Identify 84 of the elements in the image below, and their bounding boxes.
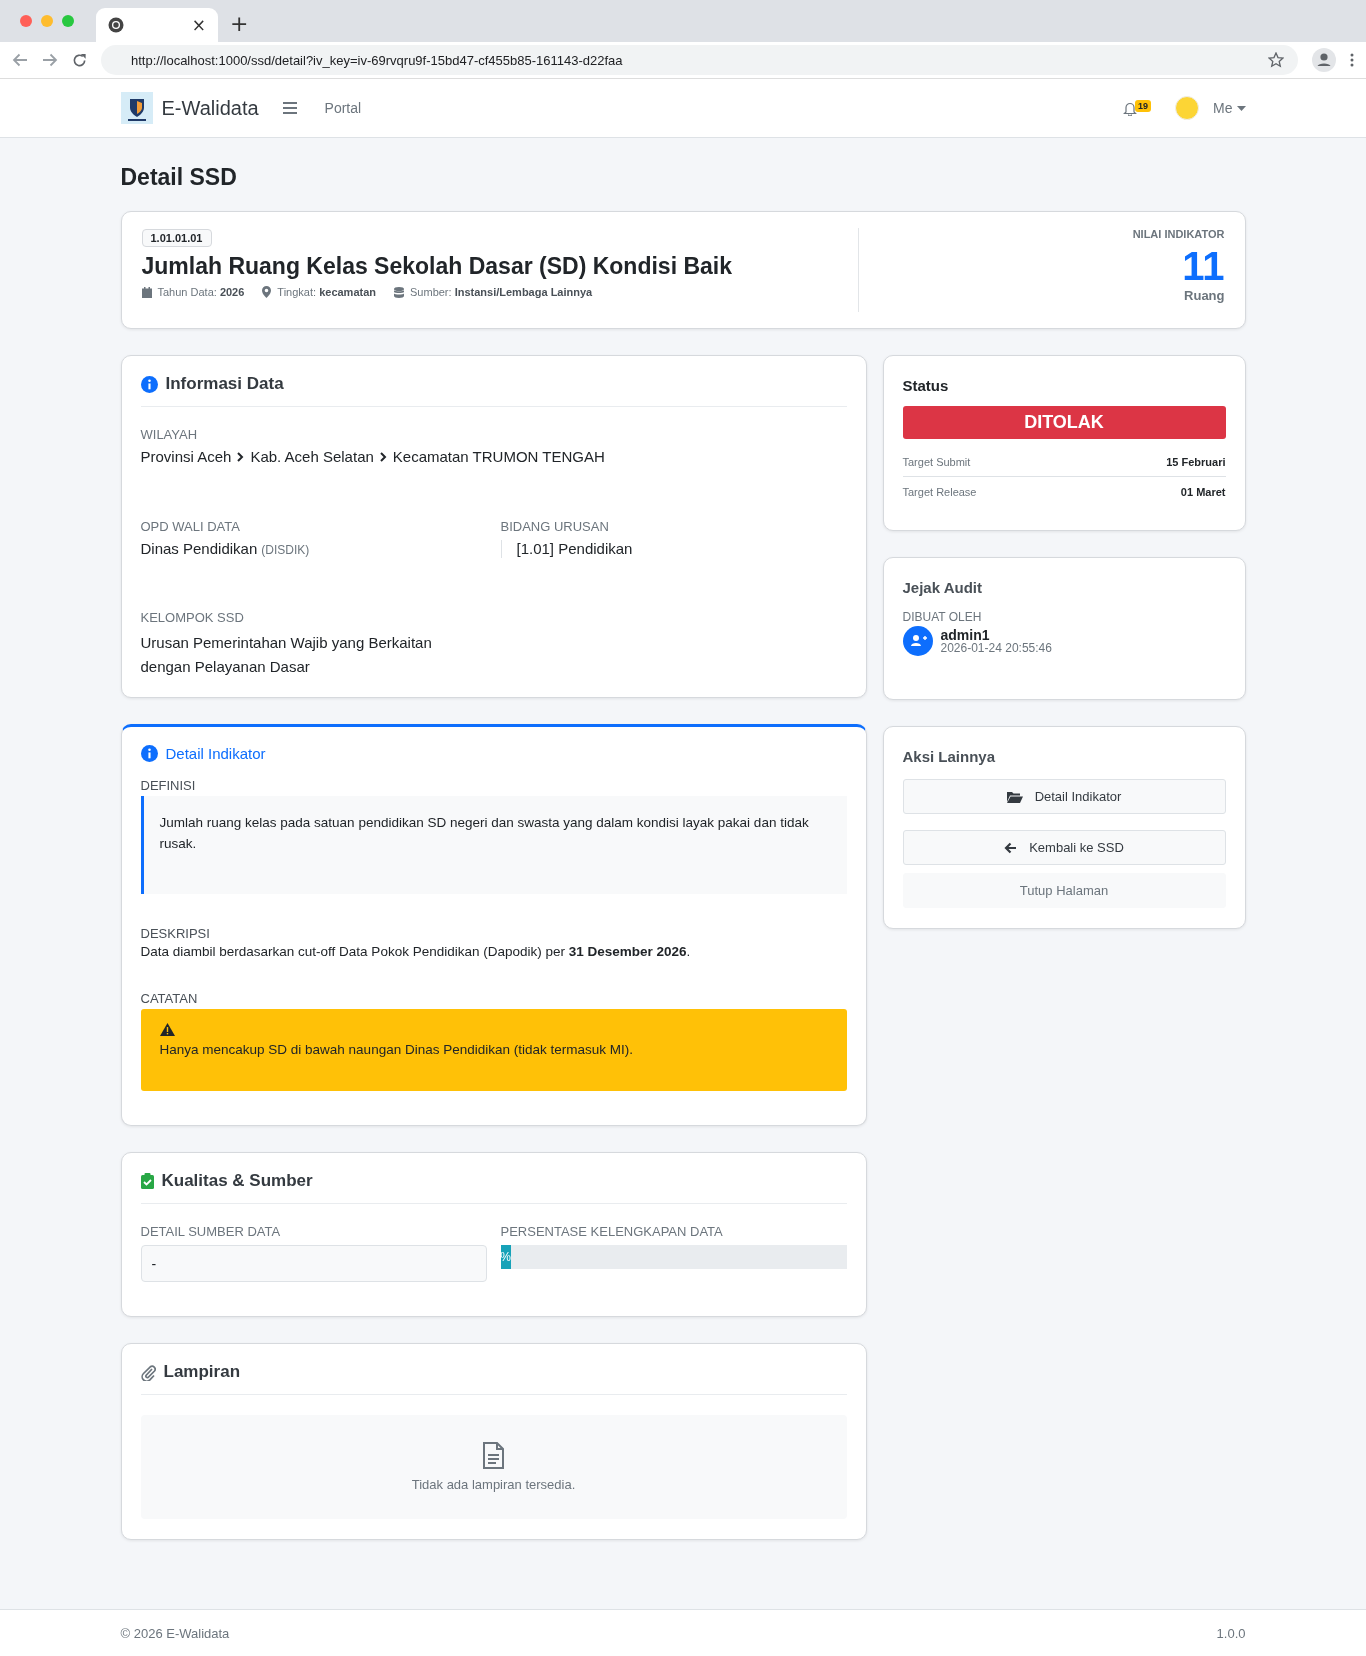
info-icon (140, 745, 158, 762)
map-pin-icon (262, 286, 272, 298)
menu-icon[interactable] (282, 102, 297, 114)
row-value: 15 Februari (1166, 456, 1226, 468)
portal-link[interactable]: Portal (324, 100, 362, 116)
field-label: PERSENTASE KELENGKAPAN DATA (500, 1224, 724, 1239)
definition-text: Jumlah ruang kelas pada satuan pendidikan SD negeri dan swasta yang dalam kondisi layak pakai dan tidak rusak. (140, 796, 847, 894)
agency-name: Dinas Pendidikan (140, 540, 258, 557)
row-value: 01 Maret (1180, 486, 1226, 498)
value-unit: Ruang (1184, 288, 1225, 303)
note-text: Hanya mencakup SD di bawah naungan Dinas Pendidikan (tidak termasuk MI). (159, 1042, 634, 1057)
source-detail-field[interactable]: - (140, 1245, 487, 1282)
card-title: Lampiran (163, 1362, 241, 1382)
arrow-left-icon (1004, 841, 1018, 854)
version-text: 1.0.0 (1216, 1625, 1246, 1641)
meta-text: Sumber: Instansi/Lembaga Lainnya (410, 286, 593, 298)
address-bar[interactable]: http://localhost:1000/ssd/detail?iv_key=iv-69rvqru9f-15bd47-cf455b85-161143-d22faa (101, 45, 1298, 75)
card-title: Jejak Audit (902, 579, 983, 596)
region-name: Provinsi Aceh (140, 448, 232, 465)
timestamp: 2026-01-24 20:55:46 (940, 641, 1052, 655)
back-icon[interactable] (12, 53, 28, 67)
profile-icon[interactable] (1312, 48, 1336, 72)
indicator-value: 11 (1182, 244, 1225, 288)
progress-fill: % (500, 1245, 511, 1269)
field-label: DETAIL SUMBER DATA (140, 1224, 282, 1239)
copyright-text: © 2026 E-Walidata (120, 1625, 230, 1641)
database-icon (394, 286, 404, 298)
region-name: Kecamatan TRUMON TENGAH (392, 448, 605, 465)
field-label: DIBUAT OLEH (902, 610, 983, 624)
card-title: Aksi Lainnya (902, 748, 997, 765)
action-button[interactable]: Tutup Halaman (902, 873, 1226, 908)
user-plus-icon (902, 626, 933, 656)
calendar-icon (141, 286, 152, 298)
field-label: DEFINISI (140, 778, 197, 793)
close-tab-button[interactable]: × (191, 15, 206, 35)
field-label: DESKRIPSI (140, 926, 211, 941)
action-button[interactable]: Detail Indikator (902, 779, 1226, 814)
field-label: CATATAN (140, 991, 199, 1006)
card-title: Kualitas & Sumber (161, 1171, 313, 1191)
browser-tab[interactable]: × (96, 8, 218, 42)
warning-icon (159, 1023, 175, 1036)
user-name: admin1 (940, 627, 991, 642)
bell-icon[interactable] (1123, 100, 1138, 116)
value-label: NILAI INDIKATOR (1132, 228, 1225, 240)
new-tab-button[interactable]: + (230, 11, 249, 36)
card-title: Detail Indikator (165, 745, 266, 762)
info-icon (140, 375, 158, 393)
empty-message: Tidak ada lampiran tersedia. (411, 1477, 576, 1492)
affairs-field: [1.01] Pendidikan (516, 540, 633, 557)
folder-icon (1006, 790, 1023, 803)
meta-text: Tahun Data: 2026 (157, 286, 245, 298)
group-name: Urusan Pemerintahan Wajib yang Berkaitan dengan Pelayanan Dasar (140, 633, 433, 677)
row-label: Target Release (902, 486, 977, 498)
browser-logo-icon (108, 17, 124, 33)
description-text: Data diambil berdasarkan cut-off Data Pokok Pendidikan (Dapodik) per 31 Desember 2026. (140, 944, 692, 959)
status-badge: DITOLAK (902, 406, 1226, 439)
page-title: Detail SSD (120, 164, 237, 191)
card-title: Informasi Data (165, 374, 284, 394)
star-icon[interactable] (1268, 52, 1284, 68)
agency-abbreviation: (DISDIK) (261, 543, 310, 557)
caret-icon (1236, 105, 1246, 111)
action-button[interactable]: Kembali ke SSD (902, 830, 1226, 865)
notification-count: 19 (1135, 100, 1152, 112)
chevron-right-icon (237, 451, 245, 462)
field-label: OPD WALI DATA (140, 519, 241, 534)
meta-text: Tingkat: kecamatan (277, 286, 376, 298)
brand-name[interactable]: E-Walidata (161, 96, 259, 120)
row-label: Target Submit (902, 456, 971, 468)
chevron-right-icon (379, 451, 387, 462)
region-name: Kab. Aceh Selatan (250, 448, 374, 465)
clipboard-check-icon (140, 1173, 154, 1189)
indicator-title: Jumlah Ruang Kelas Sekolah Dasar (SD) Kondisi Baik (141, 253, 733, 280)
field-label: BIDANG URUSAN (500, 519, 610, 534)
logo-icon[interactable] (120, 92, 153, 124)
field-label: WILAYAH (140, 427, 199, 442)
reload-icon[interactable] (72, 52, 87, 68)
forward-icon[interactable] (42, 53, 58, 67)
card-title: Status (902, 377, 950, 394)
field-label: KELOMPOK SSD (140, 610, 245, 625)
menu-icon[interactable] (1350, 53, 1354, 67)
paperclip-icon (140, 1363, 156, 1381)
indicator-code: 1.01.01.01 (141, 229, 212, 247)
user-menu[interactable]: Me (1213, 100, 1246, 116)
document-icon (483, 1442, 504, 1469)
